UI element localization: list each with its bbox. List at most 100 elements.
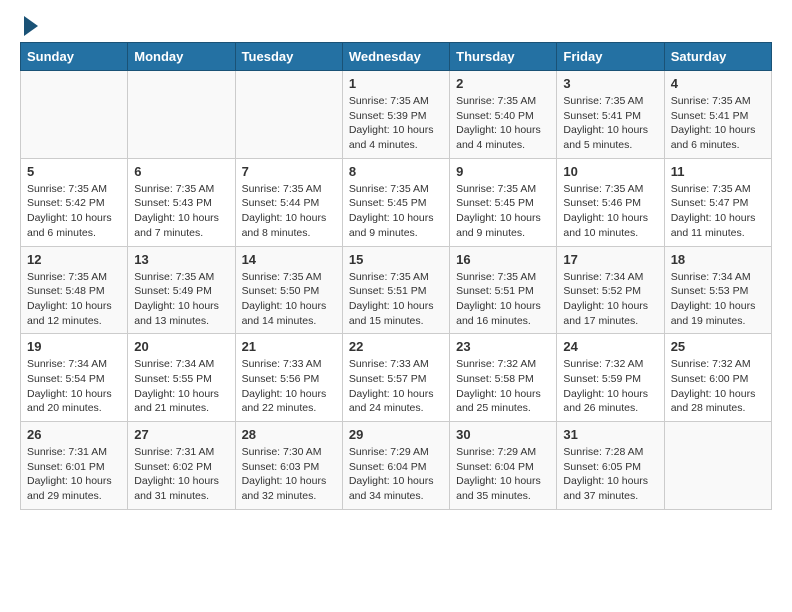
calendar-cell: 10Sunrise: 7:35 AMSunset: 5:46 PMDayligh… [557,158,664,246]
calendar-table: SundayMondayTuesdayWednesdayThursdayFrid… [20,42,772,510]
day-number: 5 [27,164,121,179]
day-number: 6 [134,164,228,179]
day-info: Sunrise: 7:35 AMSunset: 5:39 PMDaylight:… [349,94,443,153]
weekday-header-sunday: Sunday [21,43,128,71]
calendar-week-row: 5 Sunrise: 7:35 AMSunset: 5:42 PMDaylight… [21,158,772,246]
day-info: Sunrise: 7:32 AMSunset: 5:58 PMDaylight:… [456,357,550,416]
day-number: 13 [134,252,228,267]
calendar-cell [235,71,342,159]
day-info: Sunrise: 7:35 AMSunset: 5:51 PMDaylight:… [349,270,443,329]
calendar-cell: 16 Sunrise: 7:35 AMSunset: 5:51 PMDayligh… [450,246,557,334]
calendar-cell: 13 Sunrise: 7:35 AMSunset: 5:49 PMDayligh… [128,246,235,334]
page-container: SundayMondayTuesdayWednesdayThursdayFrid… [0,0,792,520]
day-info: Sunrise: 7:35 AMSunset: 5:45 PMDaylight:… [456,182,550,241]
calendar-cell: 25 Sunrise: 7:32 AMSunset: 6:00 PMDayligh… [664,334,771,422]
calendar-cell: 29 Sunrise: 7:29 AMSunset: 6:04 PMDayligh… [342,422,449,510]
day-info: Sunrise: 7:32 AMSunset: 6:00 PMDaylight:… [671,357,765,416]
day-info: Sunrise: 7:30 AMSunset: 6:03 PMDaylight:… [242,445,336,504]
calendar-cell: 8Sunrise: 7:35 AMSunset: 5:45 PMDaylight… [342,158,449,246]
day-number: 26 [27,427,121,442]
calendar-cell: 14 Sunrise: 7:35 AMSunset: 5:50 PMDayligh… [235,246,342,334]
day-info: Sunrise: 7:32 AMSunset: 5:59 PMDaylight:… [563,357,657,416]
calendar-cell [21,71,128,159]
day-number: 21 [242,339,336,354]
calendar-week-row: 19 Sunrise: 7:34 AMSunset: 5:54 PMDayligh… [21,334,772,422]
day-number: 11 [671,164,765,179]
day-info: Sunrise: 7:34 AMSunset: 5:54 PMDaylight:… [27,357,121,416]
day-info: Sunrise: 7:35 AMSunset: 5:48 PMDaylight:… [27,270,121,329]
calendar-cell: 15 Sunrise: 7:35 AMSunset: 5:51 PMDayligh… [342,246,449,334]
day-number: 4 [671,76,765,91]
day-number: 23 [456,339,550,354]
logo [20,20,38,32]
day-info: Sunrise: 7:34 AMSunset: 5:55 PMDaylight:… [134,357,228,416]
day-info: Sunrise: 7:35 AMSunset: 5:47 PMDaylight:… [671,182,765,241]
day-number: 24 [563,339,657,354]
day-number: 30 [456,427,550,442]
weekday-header-thursday: Thursday [450,43,557,71]
day-number: 7 [242,164,336,179]
day-info: Sunrise: 7:35 AMSunset: 5:45 PMDaylight:… [349,182,443,241]
logo-arrow-icon [24,16,38,36]
calendar-cell: 7Sunrise: 7:35 AMSunset: 5:44 PMDaylight… [235,158,342,246]
day-number: 18 [671,252,765,267]
calendar-cell: 21 Sunrise: 7:33 AMSunset: 5:56 PMDayligh… [235,334,342,422]
day-number: 20 [134,339,228,354]
day-info: Sunrise: 7:29 AMSunset: 6:04 PMDaylight:… [349,445,443,504]
calendar-cell: 4Sunrise: 7:35 AMSunset: 5:41 PMDaylight… [664,71,771,159]
header [20,20,772,32]
calendar-cell: 28 Sunrise: 7:30 AMSunset: 6:03 PMDayligh… [235,422,342,510]
day-number: 3 [563,76,657,91]
calendar-cell [664,422,771,510]
calendar-cell: 11 Sunrise: 7:35 AMSunset: 5:47 PMDayligh… [664,158,771,246]
day-number: 28 [242,427,336,442]
day-number: 19 [27,339,121,354]
day-info: Sunrise: 7:35 AMSunset: 5:50 PMDaylight:… [242,270,336,329]
calendar-cell: 24 Sunrise: 7:32 AMSunset: 5:59 PMDayligh… [557,334,664,422]
calendar-cell: 18 Sunrise: 7:34 AMSunset: 5:53 PMDayligh… [664,246,771,334]
calendar-cell: 19 Sunrise: 7:34 AMSunset: 5:54 PMDayligh… [21,334,128,422]
day-info: Sunrise: 7:33 AMSunset: 5:57 PMDaylight:… [349,357,443,416]
calendar-cell: 6Sunrise: 7:35 AMSunset: 5:43 PMDaylight… [128,158,235,246]
day-info: Sunrise: 7:35 AMSunset: 5:40 PMDaylight:… [456,94,550,153]
calendar-cell: 26Sunrise: 7:31 AMSunset: 6:01 PMDayligh… [21,422,128,510]
weekday-header-saturday: Saturday [664,43,771,71]
calendar-cell: 23 Sunrise: 7:32 AMSunset: 5:58 PMDayligh… [450,334,557,422]
calendar-cell: 3 Sunrise: 7:35 AMSunset: 5:41 PMDaylight… [557,71,664,159]
calendar-cell: 1Sunrise: 7:35 AMSunset: 5:39 PMDaylight… [342,71,449,159]
weekday-header-friday: Friday [557,43,664,71]
weekday-header-monday: Monday [128,43,235,71]
calendar-week-row: 12 Sunrise: 7:35 AMSunset: 5:48 PMDayligh… [21,246,772,334]
day-info: Sunrise: 7:35 AMSunset: 5:49 PMDaylight:… [134,270,228,329]
calendar-cell: 9Sunrise: 7:35 AMSunset: 5:45 PMDaylight… [450,158,557,246]
day-info: Sunrise: 7:35 AMSunset: 5:41 PMDaylight:… [563,94,657,153]
day-number: 16 [456,252,550,267]
day-number: 31 [563,427,657,442]
calendar-cell [128,71,235,159]
day-info: Sunrise: 7:34 AMSunset: 5:53 PMDaylight:… [671,270,765,329]
calendar-cell: 27Sunrise: 7:31 AMSunset: 6:02 PMDayligh… [128,422,235,510]
calendar-cell: 2 Sunrise: 7:35 AMSunset: 5:40 PMDaylight… [450,71,557,159]
day-number: 22 [349,339,443,354]
calendar-cell: 20 Sunrise: 7:34 AMSunset: 5:55 PMDayligh… [128,334,235,422]
day-number: 2 [456,76,550,91]
day-number: 29 [349,427,443,442]
day-number: 17 [563,252,657,267]
day-info: Sunrise: 7:35 AMSunset: 5:51 PMDaylight:… [456,270,550,329]
day-info: Sunrise: 7:33 AMSunset: 5:56 PMDaylight:… [242,357,336,416]
calendar-cell: 5 Sunrise: 7:35 AMSunset: 5:42 PMDaylight… [21,158,128,246]
day-number: 12 [27,252,121,267]
day-number: 25 [671,339,765,354]
calendar-cell: 17 Sunrise: 7:34 AMSunset: 5:52 PMDayligh… [557,246,664,334]
calendar-cell: 31Sunrise: 7:28 AMSunset: 6:05 PMDayligh… [557,422,664,510]
calendar-header-row: SundayMondayTuesdayWednesdayThursdayFrid… [21,43,772,71]
calendar-cell: 12 Sunrise: 7:35 AMSunset: 5:48 PMDayligh… [21,246,128,334]
day-info: Sunrise: 7:29 AMSunset: 6:04 PMDaylight:… [456,445,550,504]
day-number: 15 [349,252,443,267]
day-info: Sunrise: 7:34 AMSunset: 5:52 PMDaylight:… [563,270,657,329]
day-number: 10 [563,164,657,179]
day-number: 14 [242,252,336,267]
weekday-header-wednesday: Wednesday [342,43,449,71]
day-info: Sunrise: 7:35 AMSunset: 5:42 PMDaylight:… [27,182,121,241]
day-info: Sunrise: 7:31 AMSunset: 6:02 PMDaylight:… [134,445,228,504]
